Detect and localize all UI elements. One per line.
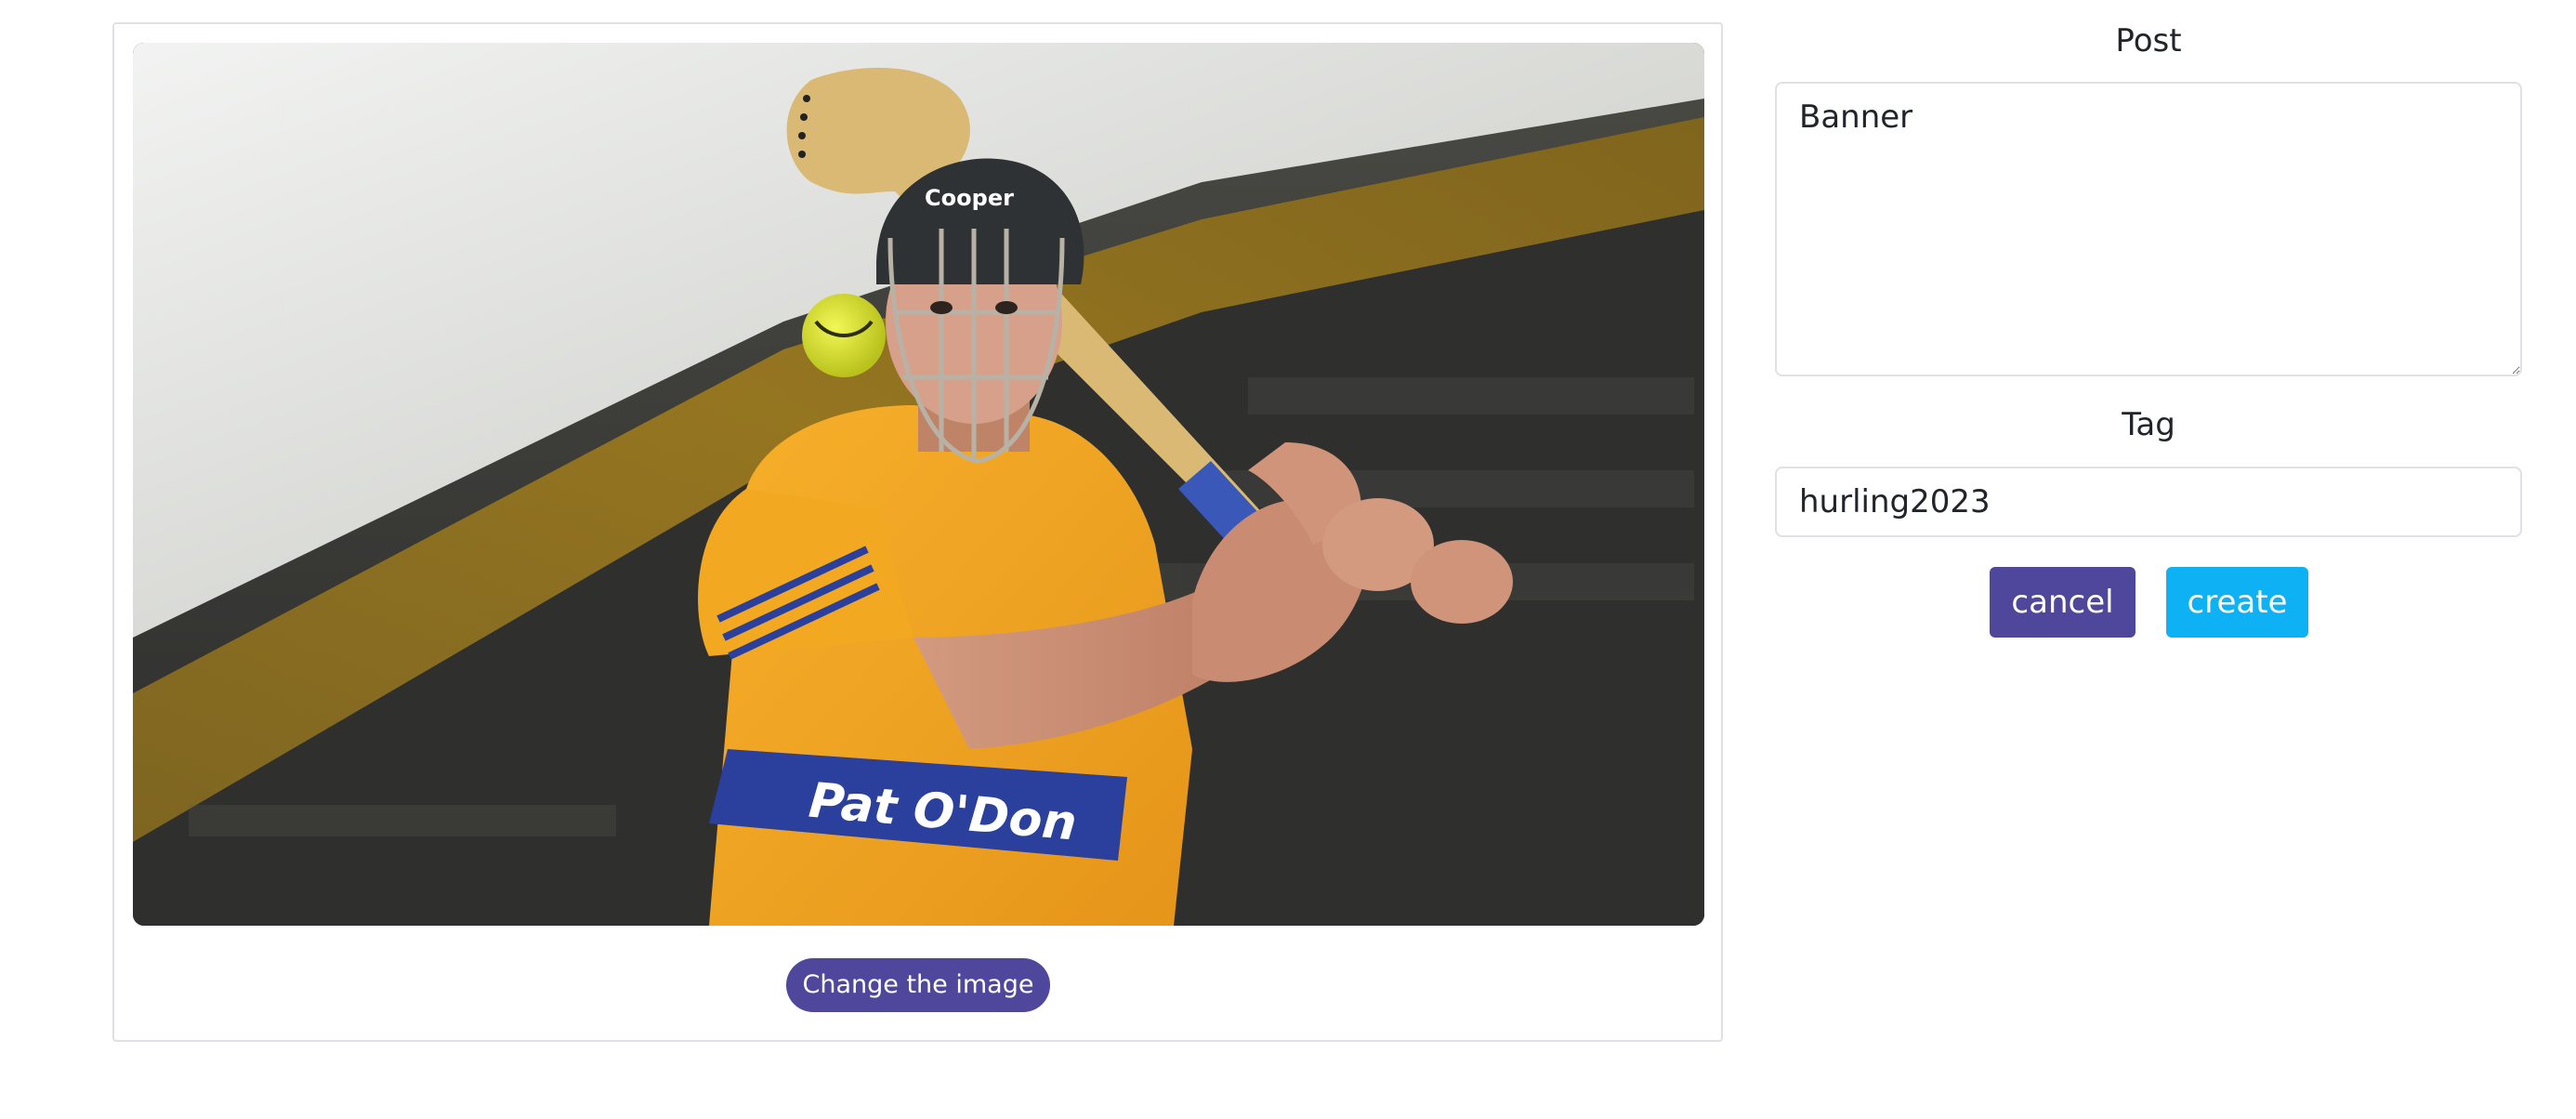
svg-text:Cooper: Cooper [925, 185, 1014, 211]
change-image-button[interactable]: Change the image [786, 958, 1050, 1012]
image-card: Pat O'Don Cooper Change the image [112, 22, 1723, 1042]
post-textarea[interactable]: Banner [1775, 82, 2522, 376]
create-button[interactable]: create [2166, 567, 2308, 638]
tag-input[interactable] [1775, 467, 2522, 537]
post-image: Pat O'Don Cooper [133, 43, 1704, 926]
cancel-button[interactable]: cancel [1990, 567, 2136, 638]
tag-label: Tag [2122, 406, 2175, 443]
post-label: Post [2115, 22, 2182, 59]
